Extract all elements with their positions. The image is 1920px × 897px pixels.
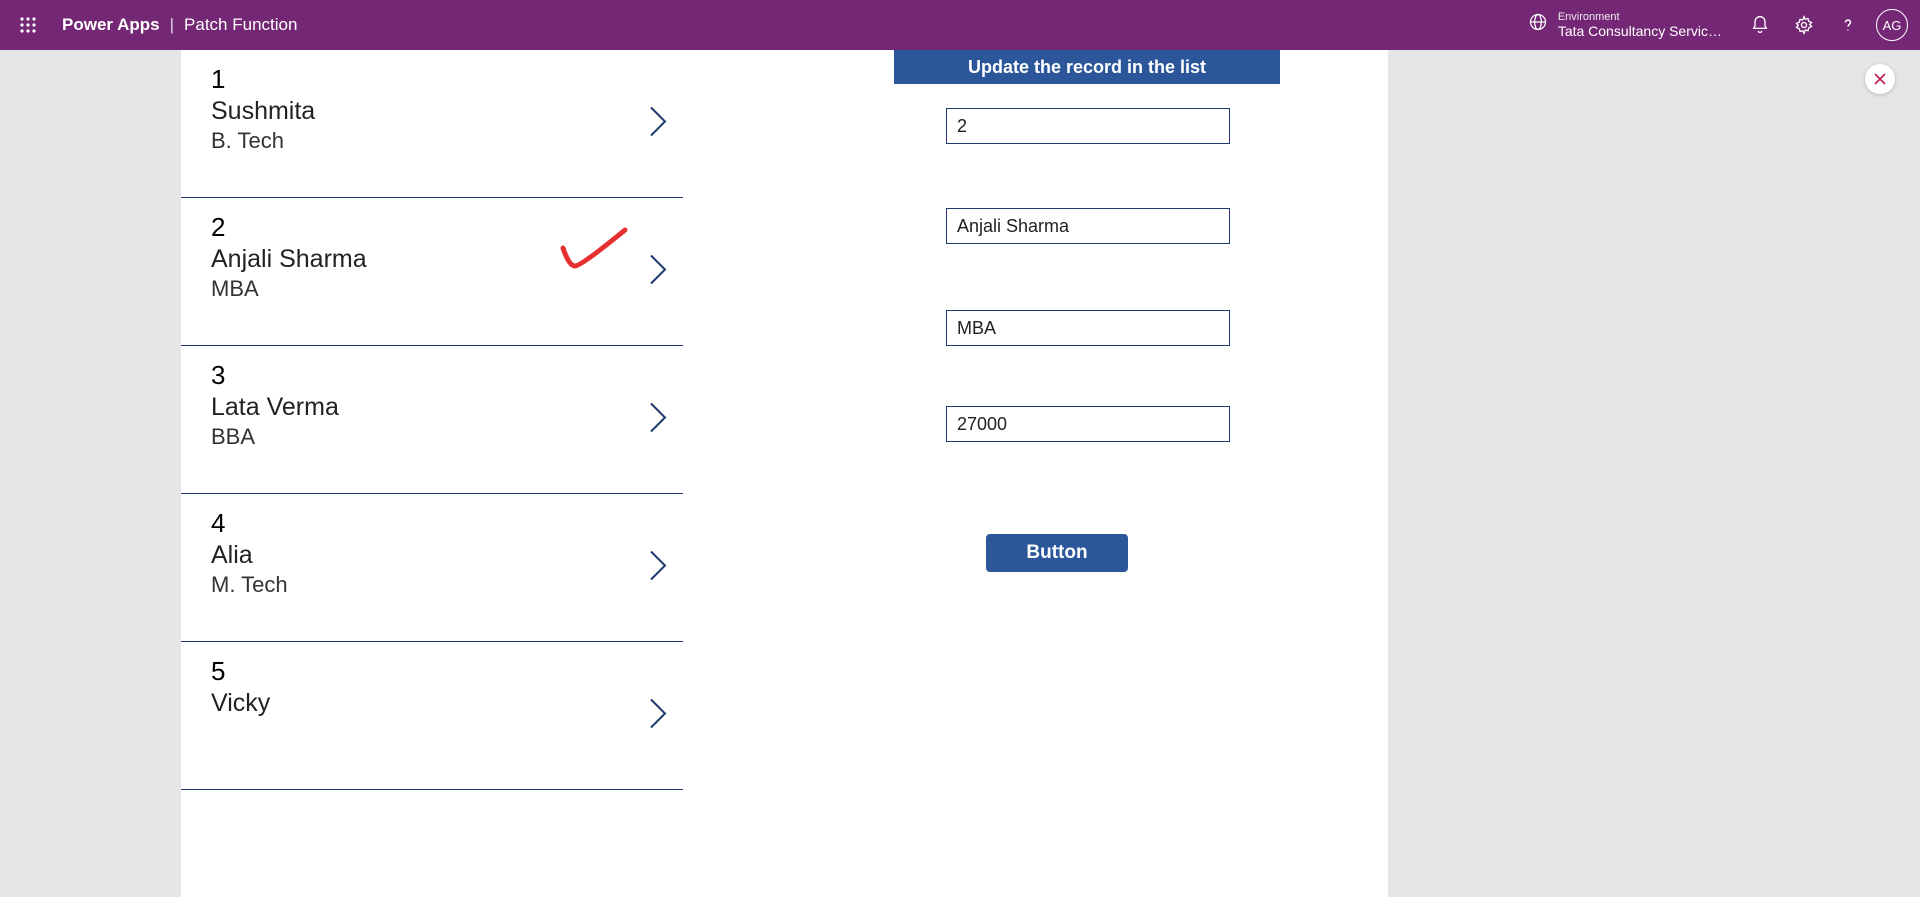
- chevron-right-icon[interactable]: [647, 399, 669, 440]
- gallery-container: 1SushmitaB. Tech2Anjali SharmaMBA3Lata V…: [181, 50, 683, 897]
- item-name: Lata Verma: [211, 393, 653, 422]
- submit-button[interactable]: Button: [986, 534, 1128, 572]
- item-id: 2: [211, 212, 653, 243]
- record-gallery[interactable]: 1SushmitaB. Tech2Anjali SharmaMBA3Lata V…: [181, 50, 683, 897]
- gallery-item[interactable]: 5Vicky: [181, 642, 683, 790]
- avatar-initials: AG: [1883, 18, 1902, 33]
- app-name: Power Apps: [62, 15, 160, 35]
- chevron-right-icon[interactable]: [647, 103, 669, 144]
- id-field[interactable]: [946, 108, 1230, 144]
- gallery-item[interactable]: 2Anjali SharmaMBA: [181, 198, 683, 346]
- waffle-icon[interactable]: [12, 9, 44, 41]
- header-title: Power Apps | Patch Function: [62, 15, 297, 35]
- item-degree: B. Tech: [211, 128, 653, 154]
- chevron-right-icon[interactable]: [647, 251, 669, 292]
- app-header: Power Apps | Patch Function Environment …: [0, 0, 1920, 50]
- app-canvas: 1SushmitaB. Tech2Anjali SharmaMBA3Lata V…: [181, 50, 1388, 897]
- item-name: Sushmita: [211, 97, 653, 126]
- help-button[interactable]: [1826, 0, 1870, 50]
- name-field[interactable]: [946, 208, 1230, 244]
- globe-icon: [1528, 12, 1548, 37]
- item-name: Alia: [211, 541, 653, 570]
- chevron-right-icon[interactable]: [647, 547, 669, 588]
- edit-form-panel: Update the record in the list Button: [683, 50, 1388, 897]
- degree-field[interactable]: [946, 310, 1230, 346]
- page-name: Patch Function: [184, 15, 297, 35]
- form-title: Update the record in the list: [894, 50, 1280, 84]
- env-name: Tata Consultancy Servic…: [1558, 23, 1722, 39]
- gallery-item[interactable]: 3Lata VermaBBA: [181, 346, 683, 494]
- item-degree: M. Tech: [211, 572, 653, 598]
- user-avatar[interactable]: AG: [1876, 9, 1908, 41]
- salary-field[interactable]: [946, 406, 1230, 442]
- gallery-item[interactable]: 1SushmitaB. Tech: [181, 50, 683, 198]
- item-name: Vicky: [211, 689, 653, 718]
- item-degree: BBA: [211, 424, 653, 450]
- item-degree: MBA: [211, 276, 653, 302]
- gallery-item[interactable]: 4AliaM. Tech: [181, 494, 683, 642]
- environment-picker[interactable]: Environment Tata Consultancy Servic…: [1528, 11, 1722, 40]
- settings-button[interactable]: [1782, 0, 1826, 50]
- item-id: 4: [211, 508, 653, 539]
- env-label: Environment: [1558, 11, 1722, 24]
- chevron-right-icon[interactable]: [647, 695, 669, 736]
- item-id: 5: [211, 656, 653, 687]
- item-id: 1: [211, 64, 653, 95]
- notifications-button[interactable]: [1738, 0, 1782, 50]
- close-preview-button[interactable]: [1865, 64, 1895, 94]
- title-separator: |: [170, 15, 174, 35]
- item-id: 3: [211, 360, 653, 391]
- item-name: Anjali Sharma: [211, 245, 653, 274]
